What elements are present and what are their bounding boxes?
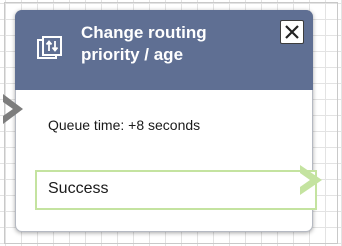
block-header: Change routing priority / age <box>15 10 313 90</box>
input-connector-chevron-right-icon[interactable] <box>1 94 23 129</box>
queue-time-text: Queue time: +8 seconds <box>48 117 201 133</box>
branch-label: Success <box>48 180 109 197</box>
block-title: Change routing priority / age <box>81 23 207 64</box>
branch-success[interactable]: Success <box>35 170 317 210</box>
routing-priority-icon <box>37 36 63 60</box>
close-button[interactable] <box>280 20 304 44</box>
flow-block[interactable]: Change routing priority / age Queue time… <box>15 10 317 232</box>
output-connector-arrow-right-icon[interactable] <box>300 165 322 200</box>
close-icon <box>285 25 299 39</box>
